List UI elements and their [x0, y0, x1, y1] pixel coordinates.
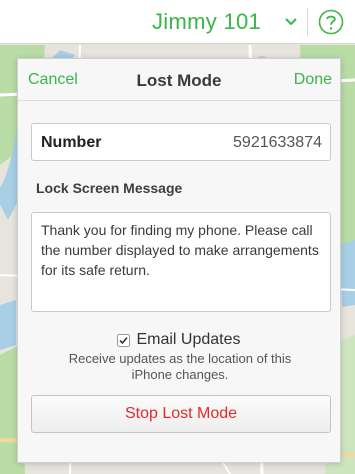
email-updates-description: Receive updates as the location of this … [68, 351, 292, 382]
panel-header: Cancel Lost Mode Done [18, 59, 340, 101]
device-name[interactable]: Jimmy 101 [152, 9, 261, 35]
number-value[interactable]: 5921633874 [233, 134, 322, 152]
email-updates-row: Email Updates [18, 331, 340, 351]
top-bar: Jimmy 101 [0, 0, 355, 44]
lock-screen-message-label: Lock Screen Message [36, 180, 183, 196]
lost-mode-panel: Cancel Lost Mode Done Number 5921633874 … [17, 58, 341, 463]
question-circle-icon[interactable] [318, 9, 344, 35]
number-field[interactable]: Number 5921633874 [31, 123, 331, 161]
checkbox-checked-icon[interactable] [117, 333, 131, 347]
stop-lost-mode-button[interactable]: Stop Lost Mode [31, 395, 331, 433]
email-updates-label[interactable]: Email Updates [136, 331, 240, 349]
chevron-down-icon[interactable] [284, 16, 298, 28]
panel-title: Lost Mode [136, 71, 222, 90]
lock-screen-message-input[interactable]: Thank you for finding my phone. Please c… [31, 212, 331, 312]
done-button[interactable]: Done [294, 71, 332, 89]
topbar-divider [307, 8, 308, 36]
number-label: Number [41, 134, 102, 151]
